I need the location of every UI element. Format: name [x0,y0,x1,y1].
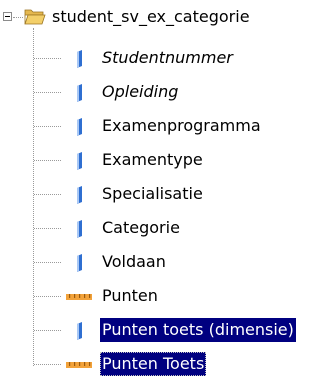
tree-connector [34,228,61,229]
tree-item[interactable]: Specialisatie [0,180,334,214]
tree-connector [34,364,61,365]
tree-connector [34,262,61,263]
tree-connector [34,92,61,93]
tree-connector [34,58,61,59]
tree-view[interactable]: student_sv_ex_categorie Studentnummer Opl… [0,0,334,378]
tree-item[interactable]: Examentype [0,146,334,180]
tree-item-label: Studentnummer [102,48,233,67]
tree-root-label: student_sv_ex_categorie [52,7,250,26]
tree-connector [34,160,61,161]
tree-item-label: Punten [102,286,158,305]
tree-item[interactable]: Punten toets (dimensie) [0,316,334,350]
tree-item[interactable]: Examenprogramma [0,112,334,146]
tree-item[interactable]: Punten [0,282,334,316]
tree-item[interactable]: Voldaan [0,248,334,282]
tree-item[interactable]: Studentnummer [0,44,334,78]
tree-item-label: Voldaan [102,252,166,271]
tree-connector [34,194,61,195]
tree-connector [34,126,61,127]
dimension-attribute-icon [77,322,82,340]
tree-item-label: Examentype [102,150,203,169]
dimension-attribute-icon [77,50,82,68]
tree-node-root[interactable]: student_sv_ex_categorie [0,2,334,36]
collapse-toggle[interactable] [3,12,12,21]
dimension-attribute-icon [77,84,82,102]
tree-connector [34,330,61,331]
dimension-attribute-icon [77,254,82,272]
measure-icon [66,294,92,300]
dimension-attribute-icon [77,186,82,204]
tree-item[interactable]: Punten Toets [0,350,334,384]
dimension-attribute-icon [77,152,82,170]
tree-connector [34,296,61,297]
measure-icon [66,362,92,368]
tree-item[interactable]: Opleiding [0,78,334,112]
tree-item-label: Categorie [102,218,180,237]
tree-item-label: Punten Toets [100,352,207,376]
folder-open-icon [24,9,46,25]
tree-item-label: Examenprogramma [102,116,261,135]
tree-item-label: Specialisatie [102,184,203,203]
dimension-attribute-icon [77,118,82,136]
tree-item[interactable]: Categorie [0,214,334,248]
tree-connector [13,17,23,18]
dimension-attribute-icon [77,220,82,238]
tree-item-label: Opleiding [102,82,179,101]
tree-item-label: Punten toets (dimensie) [100,318,296,342]
